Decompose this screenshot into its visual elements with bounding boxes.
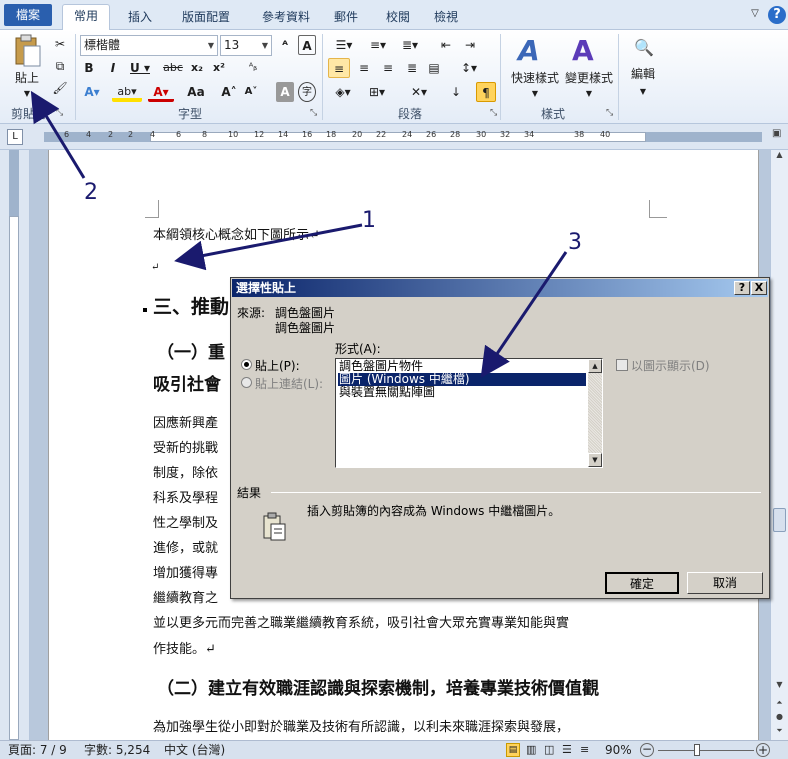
page-count[interactable]: 頁面: 7 / 9	[8, 741, 67, 759]
full-screen-reading-icon[interactable]: ▥	[526, 741, 536, 759]
web-layout-icon[interactable]: ◫	[544, 741, 554, 759]
annotation-arrows	[30, 90, 568, 378]
callout-3: 3	[568, 230, 582, 255]
draft-icon[interactable]: ≡	[580, 741, 589, 759]
arrow-1	[174, 223, 363, 271]
arrow-3	[480, 251, 568, 378]
print-layout-icon[interactable]: ▤	[506, 743, 520, 757]
callout-2: 2	[84, 180, 98, 205]
arrow-2	[30, 90, 86, 179]
status-bar: 頁面: 7 / 9 字數: 5,254 中文 (台灣) ▤ ▥ ◫ ☰ ≡ 90…	[0, 740, 788, 759]
zoom-slider-track[interactable]	[658, 750, 754, 751]
zoom-level[interactable]: 90%	[605, 741, 632, 759]
zoom-slider-thumb[interactable]	[694, 744, 700, 756]
callout-1: 1	[362, 208, 376, 233]
zoom-in-icon[interactable]: +	[756, 743, 770, 757]
word-count[interactable]: 字數: 5,254	[84, 741, 150, 759]
zoom-out-icon[interactable]: −	[640, 743, 654, 757]
language-indicator[interactable]: 中文 (台灣)	[164, 741, 225, 759]
outline-icon[interactable]: ☰	[562, 741, 572, 759]
